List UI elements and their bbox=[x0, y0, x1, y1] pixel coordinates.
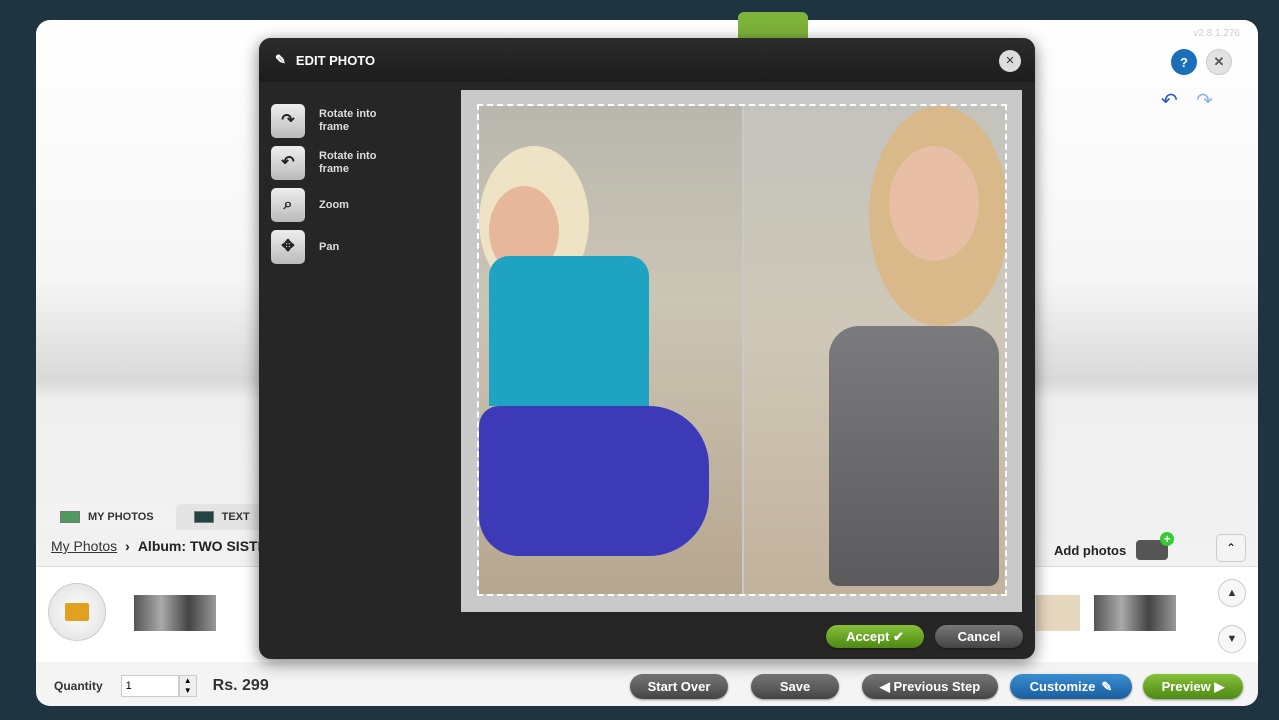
stepper-up[interactable]: ▲ bbox=[184, 676, 192, 685]
start-over-button[interactable]: Start Over bbox=[630, 674, 728, 699]
version-label: v2.8.1.276 bbox=[1193, 28, 1240, 39]
edit-photo-dialog: ✎ EDIT PHOTO ✕ ↷ Rotate into frame ↶ Rotate… bbox=[259, 38, 1035, 659]
tab-my-photos[interactable]: MY PHOTOS bbox=[42, 504, 172, 530]
breadcrumb-separator: › bbox=[125, 538, 130, 554]
scroll-down-button[interactable]: ▼ bbox=[1218, 625, 1246, 653]
text-icon bbox=[193, 511, 214, 523]
photo-thumbnail[interactable] bbox=[134, 595, 216, 631]
add-photos-label: Add photos bbox=[1054, 542, 1127, 558]
tab-label: MY PHOTOS bbox=[88, 511, 154, 523]
tool-label: Zoom bbox=[319, 198, 349, 211]
dialog-close-button[interactable]: ✕ bbox=[999, 50, 1021, 72]
tool-list: ↷ Rotate into frame ↶ Rotate into frame ⌕ Z… bbox=[271, 100, 399, 268]
close-app-button[interactable]: ✕ bbox=[1206, 49, 1232, 75]
quantity-input[interactable]: 1 bbox=[120, 675, 179, 697]
preview-button[interactable]: Preview ▶ bbox=[1143, 674, 1243, 699]
magic-icon: ✎ bbox=[1101, 678, 1113, 694]
tool-label: Rotate into frame bbox=[319, 108, 377, 133]
previous-step-button[interactable]: ◀ Previous Step bbox=[862, 674, 998, 699]
customize-button[interactable]: Customize ✎ bbox=[1010, 674, 1132, 699]
customize-label: Customize bbox=[1029, 679, 1096, 694]
folder-icon bbox=[65, 603, 89, 621]
photo-right bbox=[744, 106, 1005, 594]
save-button[interactable]: Save bbox=[751, 674, 839, 699]
tab-text[interactable]: TEXT bbox=[175, 504, 268, 530]
scroll-up-button[interactable]: ▲ bbox=[1218, 579, 1246, 607]
accept-button[interactable]: Accept ✔ bbox=[826, 625, 924, 648]
cancel-button[interactable]: Cancel bbox=[935, 625, 1023, 648]
undo-icon[interactable]: ↶ bbox=[1161, 88, 1178, 113]
rotate-right-icon: ↷ bbox=[271, 104, 305, 138]
rotate-right-tool[interactable]: ↷ Rotate into frame bbox=[271, 100, 399, 142]
quantity-label: Quantity bbox=[54, 679, 103, 693]
rotate-left-icon: ↶ bbox=[271, 146, 305, 180]
redo-icon[interactable]: ↷ bbox=[1196, 88, 1213, 113]
price-label: Rs. 299 bbox=[212, 677, 269, 694]
camera-add-icon bbox=[1136, 532, 1175, 560]
pan-tool[interactable]: ✥ Pan bbox=[271, 226, 399, 268]
collapse-button[interactable]: ⌃ bbox=[1216, 534, 1246, 562]
photo-thumbnail[interactable] bbox=[1036, 595, 1080, 631]
add-photos-button[interactable]: Add photos bbox=[1054, 532, 1175, 560]
quantity-stepper[interactable]: ▲ ▼ bbox=[178, 675, 197, 697]
photo-frame[interactable] bbox=[477, 104, 1007, 596]
photo-thumbnail[interactable] bbox=[1094, 595, 1176, 631]
photo-canvas[interactable] bbox=[461, 90, 1022, 612]
stepper-down[interactable]: ▼ bbox=[184, 686, 192, 695]
photos-icon bbox=[60, 511, 80, 523]
zoom-icon: ⌕ bbox=[271, 188, 305, 222]
tool-label: Pan bbox=[319, 240, 340, 253]
upload-button[interactable] bbox=[48, 583, 106, 641]
photo-left bbox=[479, 106, 742, 594]
tool-label: Rotate into frame bbox=[319, 150, 377, 175]
zoom-tool[interactable]: ⌕ Zoom bbox=[271, 184, 399, 226]
dialog-title: EDIT PHOTO bbox=[295, 52, 376, 68]
pan-icon: ✥ bbox=[271, 230, 305, 264]
breadcrumb-my-photos[interactable]: My Photos bbox=[51, 538, 117, 554]
tab-label: TEXT bbox=[221, 511, 250, 523]
help-button[interactable]: ? bbox=[1171, 49, 1197, 75]
top-tab[interactable] bbox=[738, 12, 808, 38]
bottom-bar: Quantity 1 ▲ ▼ Rs. 299 Start Over Save ◀ … bbox=[36, 666, 1258, 706]
pencil-icon: ✎ bbox=[275, 52, 286, 67]
dialog-header: ✎ EDIT PHOTO bbox=[259, 38, 1035, 82]
rotate-left-tool[interactable]: ↶ Rotate into frame bbox=[271, 142, 399, 184]
